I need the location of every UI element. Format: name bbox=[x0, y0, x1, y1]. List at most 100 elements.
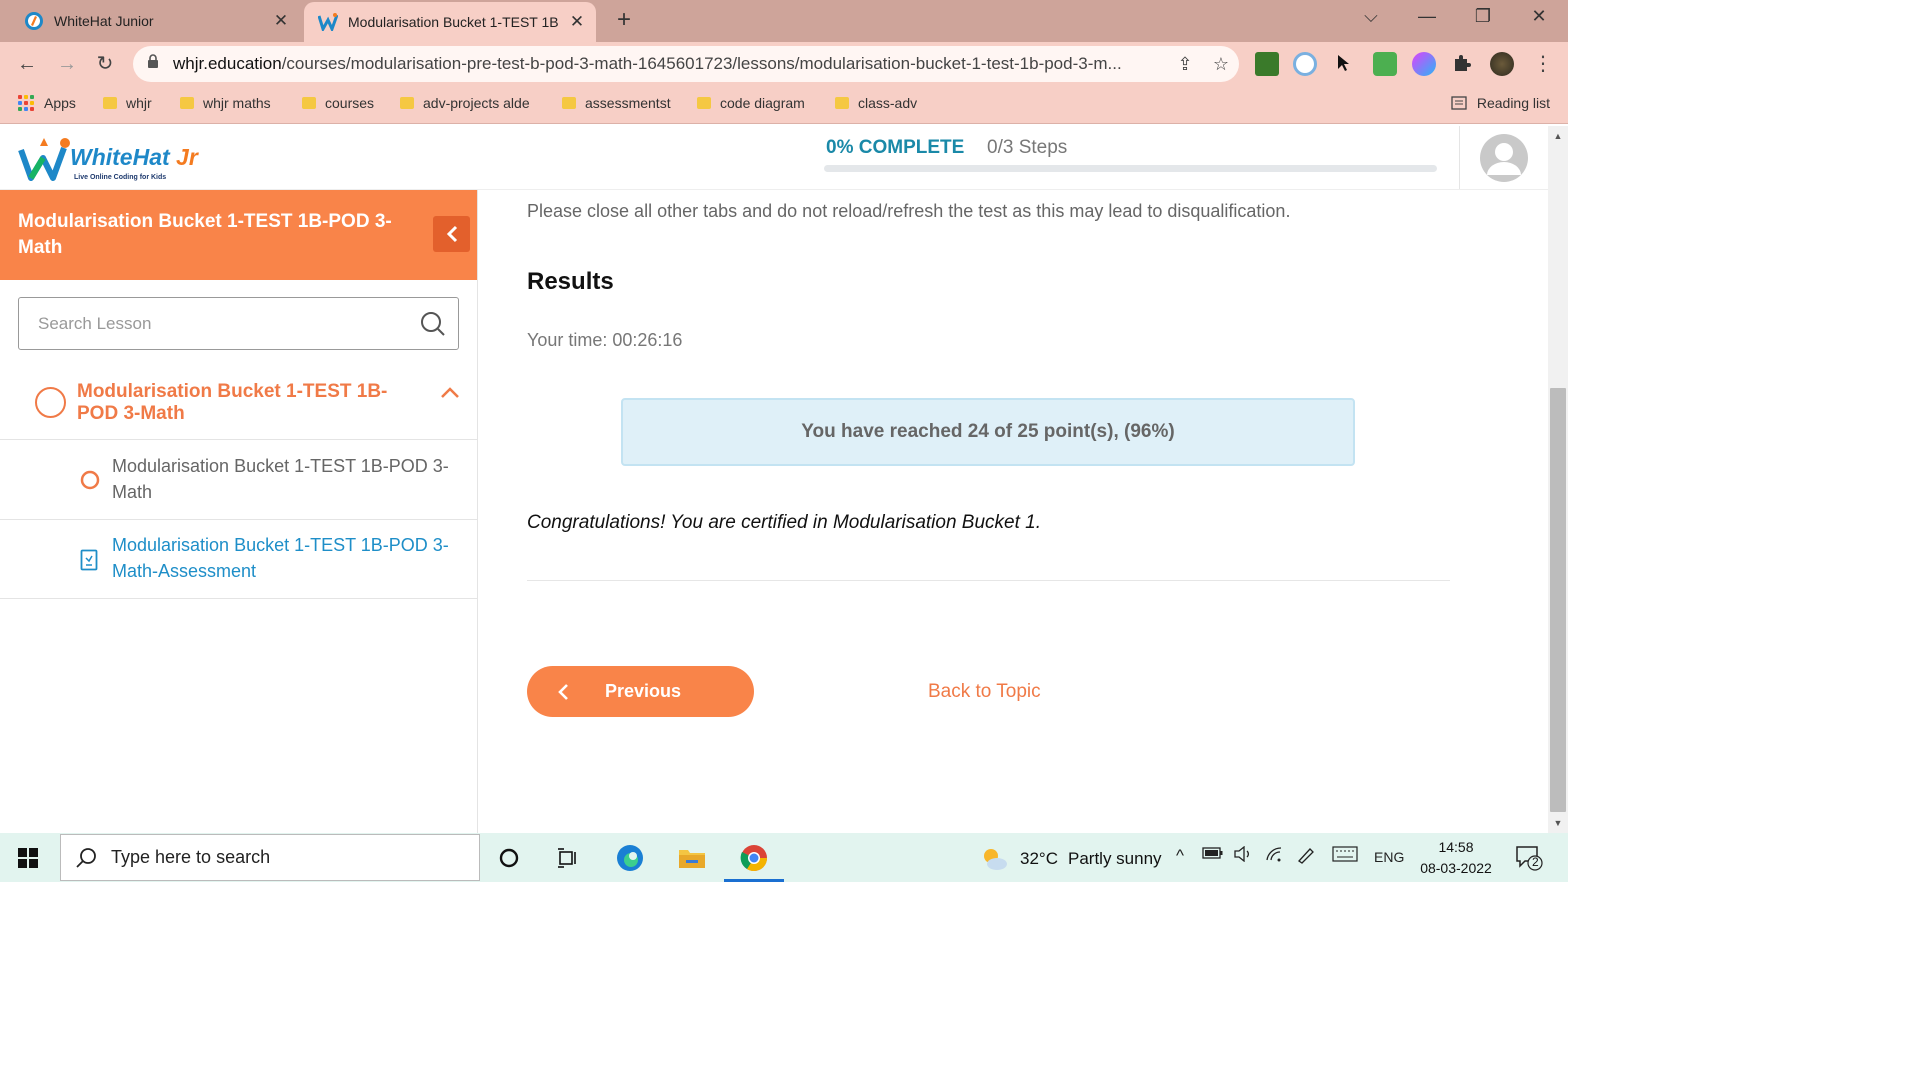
apps-grid-icon bbox=[18, 95, 34, 111]
partly-sunny-icon bbox=[980, 846, 1008, 872]
color-drop-extension-icon[interactable] bbox=[1412, 52, 1436, 76]
tab-whitehat-junior[interactable]: WhiteHat Junior ✕ bbox=[10, 0, 300, 42]
back-button[interactable]: ← bbox=[14, 51, 40, 77]
cursor-extension-icon[interactable] bbox=[1334, 52, 1358, 76]
folder-icon bbox=[180, 97, 194, 109]
bookmark-label: adv-projects alde bbox=[423, 95, 530, 111]
chevron-left-icon bbox=[557, 683, 569, 701]
weather-description: Partly sunny bbox=[1067, 849, 1162, 868]
puzzle-extensions-icon[interactable] bbox=[1451, 52, 1475, 76]
weather-temperature: 32°C bbox=[1020, 849, 1058, 868]
back-to-topic-link[interactable]: Back to Topic bbox=[928, 681, 1041, 703]
browser-menu-icon[interactable]: ⋮ bbox=[1530, 51, 1556, 77]
logo-brand-text: WhiteHat Jr bbox=[70, 144, 198, 170]
search-lesson-input[interactable]: Search Lesson bbox=[18, 297, 459, 350]
progress-bar bbox=[824, 165, 1437, 172]
lesson-title: Modularisation Bucket 1-TEST 1B-POD 3-Ma… bbox=[112, 535, 449, 581]
lesson-title: Modularisation Bucket 1-TEST 1B-POD 3-Ma… bbox=[112, 456, 449, 502]
bookmark-whjr-maths[interactable]: whjr maths bbox=[180, 95, 271, 111]
windows-taskbar: Type here to search 32°C Partly sunny ^ … bbox=[0, 833, 1568, 882]
taskbar-search-placeholder: Type here to search bbox=[111, 847, 271, 867]
minimize-button[interactable]: — bbox=[1412, 6, 1442, 27]
windows-start-icon[interactable] bbox=[18, 848, 38, 868]
reading-list-icon bbox=[1451, 95, 1467, 111]
weather-widget[interactable]: 32°C Partly sunny bbox=[980, 846, 1162, 872]
lesson-item[interactable]: Modularisation Bucket 1-TEST 1B-POD 3-Ma… bbox=[0, 440, 477, 520]
keyboard-icon[interactable] bbox=[1332, 846, 1358, 866]
taskbar-clock[interactable]: 14:58 08-03-2022 bbox=[1418, 837, 1494, 879]
scroll-up-arrow-icon[interactable]: ▲ bbox=[1548, 128, 1568, 144]
lesson-content: Please close all other tabs and do not r… bbox=[478, 190, 1548, 833]
page-scrollbar[interactable]: ▲ ▼ bbox=[1548, 126, 1568, 833]
folder-icon bbox=[400, 97, 414, 109]
tab-search-chevron-icon[interactable]: ⌵ bbox=[1356, 6, 1386, 27]
language-indicator[interactable]: ENG bbox=[1374, 849, 1404, 865]
chrome-icon[interactable] bbox=[739, 843, 769, 873]
course-title: Modularisation Bucket 1-TEST 1B-POD 3-Ma… bbox=[18, 211, 392, 258]
clock-time: 14:58 bbox=[1438, 839, 1474, 855]
bookmark-whjr[interactable]: whjr bbox=[103, 95, 152, 111]
task-view-icon[interactable] bbox=[553, 843, 583, 873]
bookmark-courses[interactable]: courses bbox=[302, 95, 374, 111]
scroll-down-arrow-icon[interactable]: ▼ bbox=[1548, 815, 1568, 831]
whitehat-w-logo-icon bbox=[18, 138, 70, 181]
file-explorer-icon[interactable] bbox=[677, 843, 707, 873]
bookmark-label: assessmentst bbox=[585, 95, 671, 111]
reload-button[interactable]: ↻ bbox=[92, 51, 118, 77]
collapse-sidebar-button[interactable] bbox=[433, 216, 470, 252]
bookmark-class-adv[interactable]: class-adv bbox=[835, 95, 917, 111]
edge-browser-icon[interactable] bbox=[615, 843, 645, 873]
previous-button[interactable]: Previous bbox=[527, 666, 754, 717]
lesson-sidebar: Modularisation Bucket 1-TEST 1B-POD 3-Ma… bbox=[0, 190, 478, 833]
pen-icon[interactable] bbox=[1296, 846, 1316, 868]
search-icon[interactable] bbox=[420, 311, 446, 342]
reading-list-button[interactable]: Reading list bbox=[1451, 95, 1550, 111]
logo-tagline: Live Online Coding for Kids bbox=[74, 174, 167, 181]
search-icon bbox=[75, 847, 97, 869]
chevron-up-icon[interactable] bbox=[440, 386, 460, 405]
html-extension-icon[interactable] bbox=[1255, 52, 1279, 76]
scrollbar-thumb[interactable] bbox=[1550, 388, 1566, 812]
bookmark-label: courses bbox=[325, 95, 375, 111]
bookmark-star-icon[interactable]: ☆ bbox=[1203, 54, 1239, 75]
folder-icon bbox=[697, 97, 711, 109]
taskbar-search-box[interactable]: Type here to search bbox=[60, 834, 480, 881]
android-extension-icon[interactable] bbox=[1373, 52, 1397, 76]
volume-icon[interactable] bbox=[1233, 845, 1253, 866]
tab-modularisation[interactable]: Modularisation Bucket 1-TEST 1B ✕ bbox=[304, 2, 596, 42]
lesson-item-active[interactable]: Modularisation Bucket 1-TEST 1B-POD 3-Ma… bbox=[0, 519, 477, 599]
tab-close-icon[interactable]: ✕ bbox=[268, 11, 294, 31]
score-message: You have reached 24 of 25 point(s), (96%… bbox=[621, 398, 1355, 466]
topic-status-circle-icon bbox=[35, 387, 66, 418]
bookmark-code-diagram[interactable]: code diagram bbox=[697, 95, 805, 111]
bookmark-assessmentst[interactable]: assessmentst bbox=[562, 95, 671, 111]
restore-button[interactable]: ❐ bbox=[1468, 6, 1498, 27]
progress-steps: 0/3 Steps bbox=[987, 137, 1068, 158]
notification-center-icon[interactable]: 2 bbox=[1515, 845, 1543, 871]
profile-avatar[interactable] bbox=[1490, 52, 1514, 76]
topic-item[interactable]: Modularisation Bucket 1-TEST 1B-POD 3-Ma… bbox=[0, 370, 477, 440]
bookmark-label: whjr maths bbox=[203, 95, 271, 111]
progress-percent: 0% COMPLETE bbox=[826, 137, 965, 158]
show-hidden-icons-chevron-icon[interactable]: ^ bbox=[1176, 846, 1184, 866]
url-text: whjr.education/courses/modularisation-pr… bbox=[173, 54, 1167, 74]
whitehat-jr-logo[interactable]: WhiteHat Jr Live Online Coding for Kids bbox=[18, 134, 218, 184]
cortana-icon[interactable] bbox=[494, 843, 524, 873]
user-avatar[interactable] bbox=[1459, 126, 1548, 189]
close-window-button[interactable]: ✕ bbox=[1524, 6, 1554, 27]
lesson-status-circle-icon bbox=[80, 470, 100, 495]
new-tab-button[interactable]: + bbox=[611, 6, 637, 34]
forward-button[interactable]: → bbox=[54, 51, 80, 77]
results-heading: Results bbox=[527, 268, 614, 295]
address-bar[interactable]: whjr.education/courses/modularisation-pr… bbox=[133, 46, 1239, 82]
battery-icon[interactable] bbox=[1202, 846, 1224, 864]
disqualification-notice: Please close all other tabs and do not r… bbox=[527, 201, 1291, 221]
wifi-icon[interactable] bbox=[1265, 846, 1285, 866]
extension-circle-icon[interactable] bbox=[1293, 52, 1317, 76]
folder-icon bbox=[302, 97, 316, 109]
bookmark-apps[interactable]: Apps bbox=[18, 95, 76, 111]
share-icon[interactable]: ⇪ bbox=[1167, 54, 1203, 75]
tab-close-icon[interactable]: ✕ bbox=[564, 12, 590, 32]
search-placeholder: Search Lesson bbox=[38, 313, 152, 333]
bookmark-adv-projects[interactable]: adv-projects alde bbox=[400, 95, 530, 111]
